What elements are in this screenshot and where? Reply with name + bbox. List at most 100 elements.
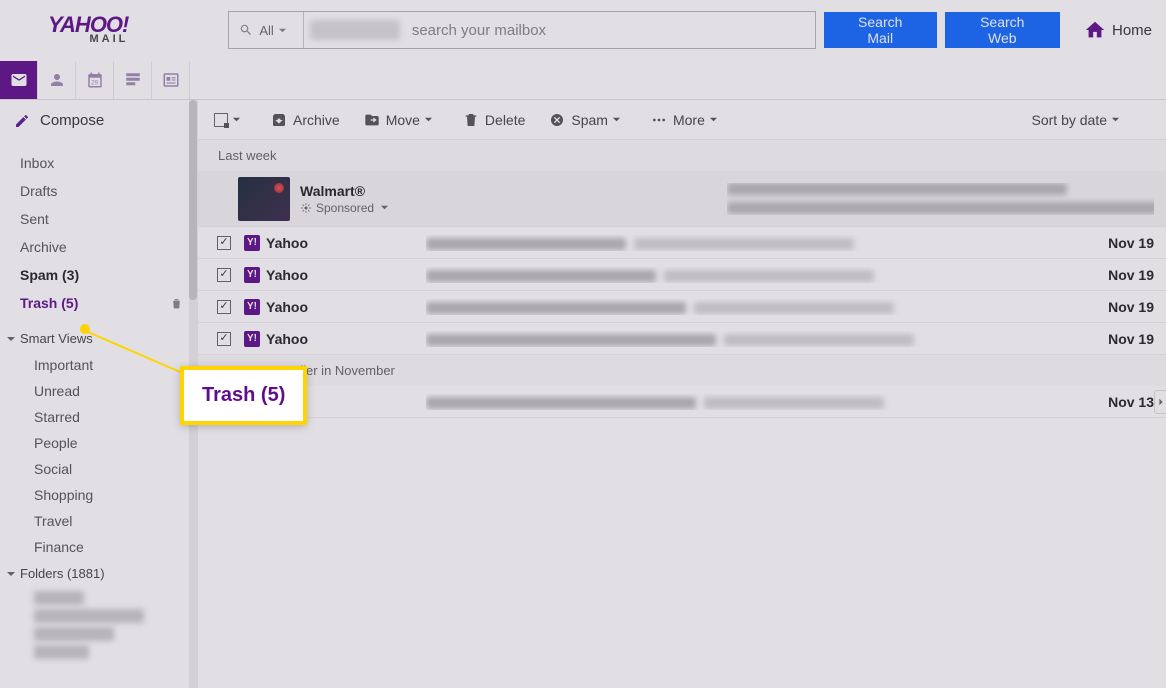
subject-blurred [426,267,1084,283]
sender-icon-col: Y! [238,235,266,251]
chevron-down-icon [424,115,433,124]
delete-button[interactable]: Delete [463,112,525,128]
search-scope-label: All [259,23,273,38]
move-button[interactable]: Move [364,112,439,128]
tab-mail[interactable] [0,61,38,99]
smartview-important[interactable]: Important [0,352,197,378]
subject-blurred [426,331,1084,347]
yahoo-y-icon: Y! [244,235,260,251]
sender-name: Yahoo [266,267,426,283]
message-row[interactable]: Y!Yahoo Nov 19 [198,291,1166,323]
yahoo-y-icon: Y! [244,299,260,315]
sort-dropdown[interactable]: Sort by date [1032,112,1127,128]
spam-icon [549,112,565,128]
app-tabs: 29 [0,60,1166,100]
sidebar: Compose Inbox Drafts Sent Archive Spam (… [0,100,198,688]
search-icon [239,23,253,37]
custom-folder-blurred[interactable] [34,591,84,605]
mail-icon [10,71,28,89]
message-row[interactable]: Y! Yahoo Nov 19 [198,323,1166,355]
yahoo-y-icon: Y! [244,331,260,347]
home-icon [1084,19,1106,41]
chevron-down-icon [380,203,389,212]
row-checkbox[interactable] [210,332,238,346]
custom-folder-blurred[interactable] [34,627,114,641]
sender-icon-col: Y! [238,331,266,347]
empty-trash-icon[interactable] [170,297,183,310]
sponsored-ad-row[interactable]: Walmart® Sponsored [198,171,1166,227]
ad-sender: Walmart® [300,183,727,199]
message-date: Nov 19 [1084,331,1154,347]
tab-notepad[interactable] [114,61,152,99]
tab-contacts[interactable] [38,61,76,99]
folder-sent[interactable]: Sent [0,205,197,233]
compose-button[interactable]: Compose [0,100,197,141]
notepad-icon [124,71,142,89]
group-last-week: Last week [198,140,1166,171]
svg-text:29: 29 [91,80,98,86]
contacts-icon [48,71,66,89]
folder-drafts[interactable]: Drafts [0,177,197,205]
row-checkbox[interactable] [210,268,238,282]
move-icon [364,112,380,128]
checkbox-icon [217,236,231,250]
sidebar-scrollbar-thumb[interactable] [189,100,197,300]
search-blurred-suggestion [310,20,400,40]
smartview-starred[interactable]: Starred [0,404,197,430]
message-row[interactable]: Flickr Nov 13 [198,386,1166,418]
ad-sponsored-label[interactable]: Sponsored [300,201,727,215]
message-date: Nov 19 [1084,235,1154,251]
ad-subject-blurred [727,183,1154,215]
more-button[interactable]: More [651,112,724,128]
row-checkbox[interactable] [210,236,238,250]
sender-name: Yahoo [266,235,426,251]
tab-calendar[interactable]: 29 [76,61,114,99]
smartview-travel[interactable]: Travel [0,508,197,534]
search-mail-button[interactable]: Search Mail [824,12,937,48]
select-all-checkbox[interactable] [214,113,247,127]
folder-inbox[interactable]: Inbox [0,149,197,177]
search-scope-dropdown[interactable]: All [229,12,303,48]
folder-archive[interactable]: Archive [0,233,197,261]
folder-spam[interactable]: Spam (3) [0,261,197,289]
search-bar: All [228,11,816,49]
subject-blurred [426,299,1084,315]
folder-trash[interactable]: Trash (5) [0,289,197,317]
compose-label: Compose [40,112,104,129]
expand-side-handle[interactable] [1154,390,1166,414]
more-icon [651,112,667,128]
smartview-social[interactable]: Social [0,456,197,482]
checkbox-icon [217,332,231,346]
folder-list: Inbox Drafts Sent Archive Spam (3) Trash… [0,141,197,325]
smartview-finance[interactable]: Finance [0,534,197,560]
sender-name: Yahoo [266,331,426,347]
home-link[interactable]: Home [1084,19,1152,41]
smartview-people[interactable]: People [0,430,197,456]
tab-news[interactable] [152,61,190,99]
spam-button[interactable]: Spam [549,112,627,128]
archive-button[interactable]: Archive [271,112,340,128]
smart-views-header[interactable]: Smart Views [0,325,197,352]
message-row[interactable]: Y! Yahoo Nov 19 [198,227,1166,259]
pencil-icon [14,113,30,129]
folders-section-header[interactable]: Folders (1881) [0,560,197,587]
sender-icon-col: Y! [238,299,266,315]
checkbox-icon [214,113,228,127]
row-checkbox[interactable] [210,300,238,314]
smartview-unread[interactable]: Unread [0,378,197,404]
chevron-right-icon [1157,397,1165,407]
chevron-down-icon [278,26,287,35]
news-icon [162,71,180,89]
yahoo-y-icon: Y! [244,267,260,283]
search-web-button[interactable]: Search Web [945,12,1060,48]
sender-name: Yahoo [266,299,426,315]
custom-folder-blurred[interactable] [34,609,144,623]
custom-folder-blurred[interactable] [34,645,89,659]
smartview-shopping[interactable]: Shopping [0,482,197,508]
group-earlier-nov: Earlier in November [198,355,1166,386]
home-label: Home [1112,22,1152,39]
search-input[interactable] [400,12,815,48]
message-row[interactable]: Y!Yahoo Nov 19 [198,259,1166,291]
message-date: Nov 13 [1084,394,1154,410]
subject-blurred [426,394,1084,410]
